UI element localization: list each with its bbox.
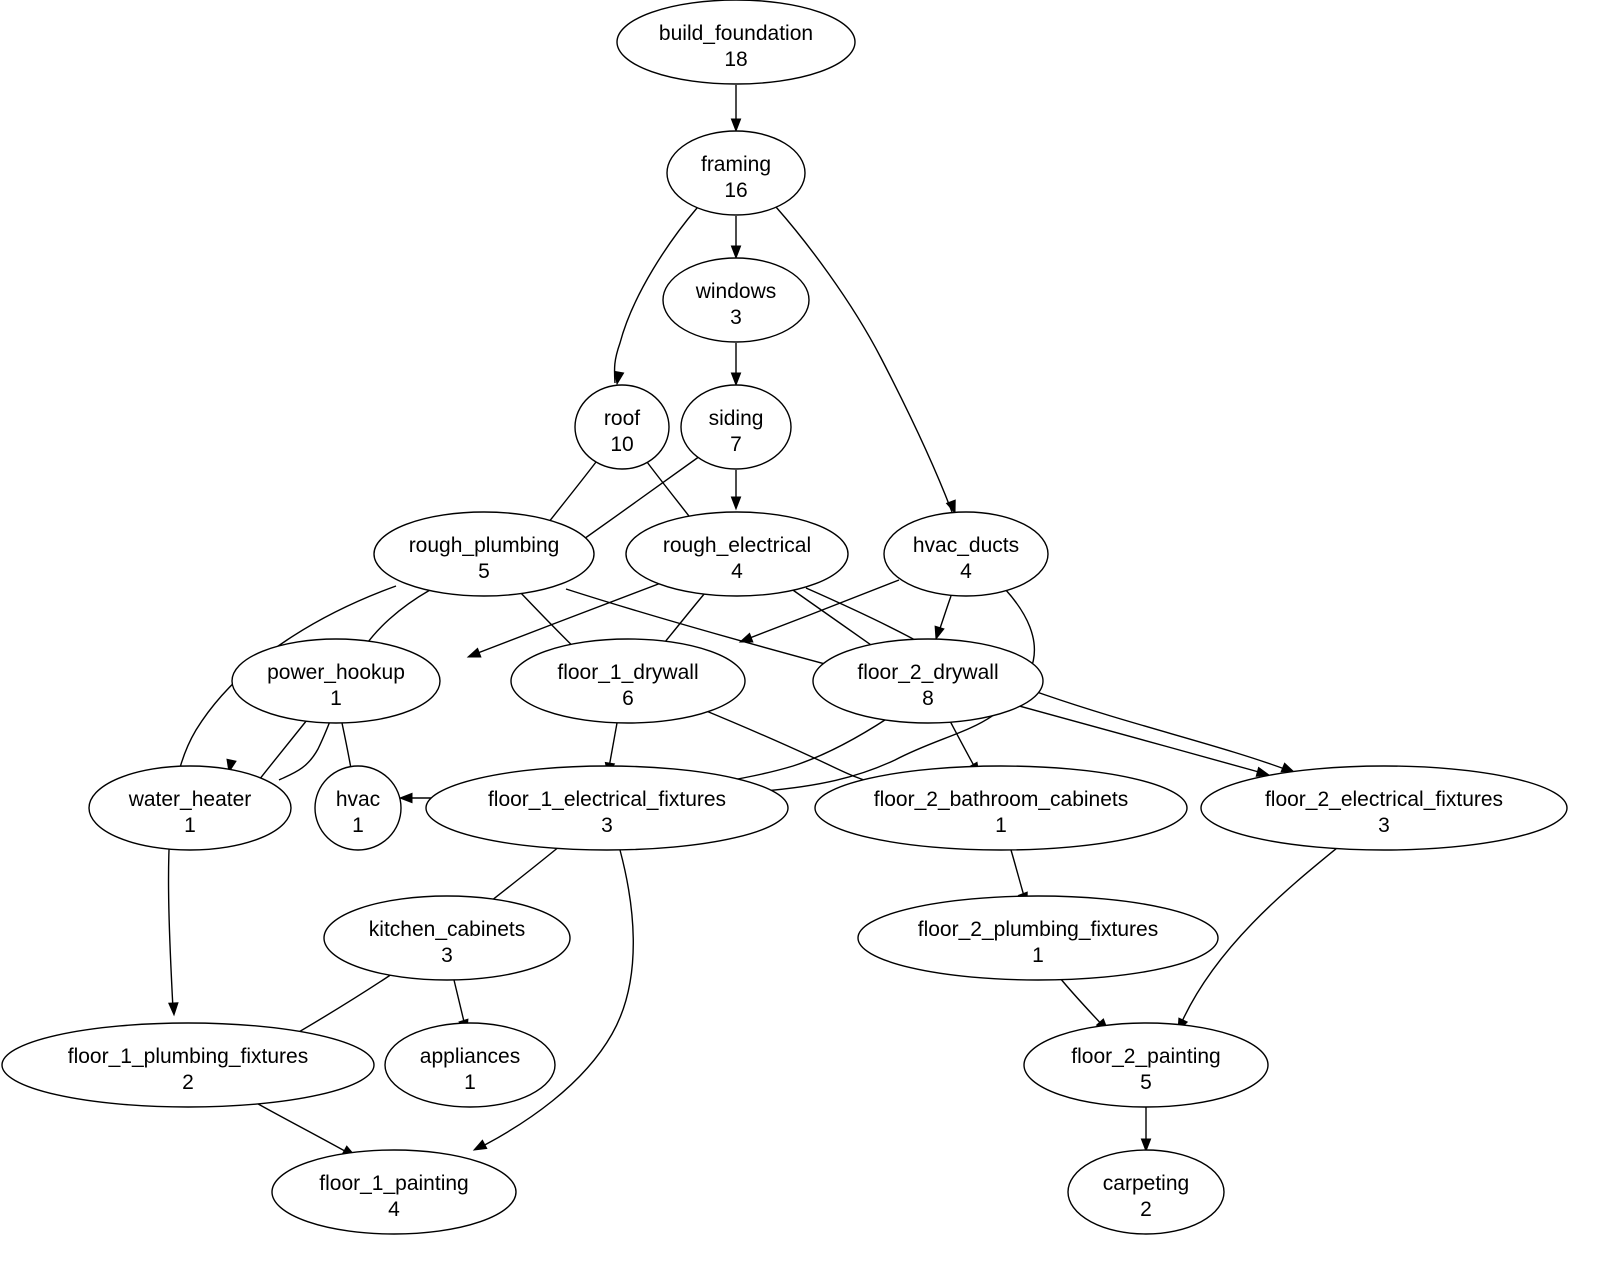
node-floor_2_drywall[interactable]: floor_2_drywall 8 — [812, 638, 1044, 724]
node-label: floor_1_electrical_fixtures — [488, 788, 726, 811]
node-label: floor_2_bathroom_cabinets — [874, 788, 1129, 811]
node-label: hvac_ducts — [913, 534, 1019, 557]
dependency-graph-canvas: build_foundation 18 framing 16 windows 3 roof 1… — [0, 0, 1603, 1269]
node-floor_1_electrical_fixtures[interactable]: floor_1_electrical_fixtures 3 — [425, 765, 789, 851]
edge-line — [1011, 703, 1267, 775]
node-floor_1_painting[interactable]: floor_1_painting 4 — [271, 1149, 517, 1235]
node-label: build_foundation — [659, 22, 813, 45]
node-label: windows — [695, 280, 777, 303]
node-carpeting[interactable]: carpeting 2 — [1067, 1149, 1225, 1235]
nodes-layer: build_foundation18framing16windows3roof1… — [1, 0, 1568, 1235]
dependency-graph-svg: build_foundation18framing16windows3roof1… — [1, 0, 1568, 1235]
node-roof[interactable]: roof 10 — [574, 384, 670, 470]
arrowhead-icon — [934, 625, 945, 641]
node-duration: 2 — [1140, 1198, 1152, 1221]
node-duration: 5 — [1140, 1071, 1152, 1094]
node-label: floor_1_drywall — [557, 661, 698, 684]
node-hvac[interactable]: hvac 1 — [314, 765, 402, 851]
edge-line — [250, 1099, 353, 1156]
node-duration: 2 — [182, 1071, 194, 1094]
arrowhead-icon — [466, 647, 482, 658]
node-label: floor_1_plumbing_fixtures — [68, 1045, 308, 1068]
arrowhead-icon — [398, 792, 413, 804]
edge-build_foundation-to-framing — [730, 85, 742, 133]
node-duration: 8 — [922, 687, 934, 710]
arrowhead-icon — [730, 372, 742, 387]
node-duration: 3 — [1378, 814, 1390, 837]
node-floor_1_plumbing_fixtures[interactable]: floor_1_plumbing_fixtures 2 — [1, 1022, 375, 1108]
node-duration: 1 — [352, 814, 364, 837]
node-label: framing — [701, 153, 771, 176]
node-windows[interactable]: windows 3 — [662, 257, 810, 343]
node-label: carpeting — [1103, 1172, 1189, 1195]
node-label: floor_2_plumbing_fixtures — [918, 918, 1158, 941]
node-power_hookup[interactable]: power_hookup 1 — [231, 638, 441, 724]
edge-floor_2_painting-to-carpeting — [1140, 1106, 1152, 1153]
edge-floor_1_electrical_fixtures-to-floor_1_painting — [472, 849, 634, 1151]
node-label: appliances — [420, 1045, 520, 1068]
edge-siding-to-rough_electrical — [730, 470, 742, 511]
node-framing[interactable]: framing 16 — [666, 130, 806, 216]
node-floor_2_electrical_fixtures[interactable]: floor_2_electrical_fixtures 3 — [1200, 765, 1568, 851]
edge-hvac_ducts-to-floor_2_drywall — [934, 595, 952, 641]
arrowhead-icon — [730, 496, 742, 511]
node-label: floor_2_electrical_fixtures — [1265, 788, 1503, 811]
node-label: roof — [604, 407, 640, 430]
arrowhead-icon — [168, 1002, 179, 1017]
edges-layer — [167, 85, 1338, 1157]
node-siding[interactable]: siding 7 — [680, 384, 792, 470]
node-duration: 1 — [995, 814, 1007, 837]
node-duration: 3 — [441, 944, 453, 967]
arrowhead-icon — [730, 118, 742, 133]
node-duration: 7 — [730, 433, 742, 456]
node-build_foundation[interactable]: build_foundation 18 — [616, 0, 856, 85]
node-hvac_ducts[interactable]: hvac_ducts 4 — [883, 511, 1049, 597]
node-duration: 4 — [731, 560, 743, 583]
node-label: rough_electrical — [663, 534, 811, 557]
node-duration: 10 — [610, 433, 633, 456]
node-appliances[interactable]: appliances 1 — [384, 1022, 556, 1108]
edge-line — [1059, 977, 1107, 1030]
node-label: floor_1_painting — [319, 1172, 468, 1195]
arrowhead-icon — [1140, 1138, 1152, 1153]
node-duration: 1 — [464, 1071, 476, 1094]
node-duration: 5 — [478, 560, 490, 583]
node-floor_1_drywall[interactable]: floor_1_drywall 6 — [510, 638, 746, 724]
node-kitchen_cabinets[interactable]: kitchen_cabinets 3 — [323, 895, 571, 981]
node-label: kitchen_cabinets — [369, 918, 525, 941]
node-duration: 1 — [1032, 944, 1044, 967]
arrowhead-icon — [738, 632, 754, 643]
arrowhead-icon — [472, 1139, 488, 1151]
node-duration: 18 — [724, 48, 747, 71]
node-duration: 3 — [730, 306, 742, 329]
node-duration: 4 — [388, 1198, 400, 1221]
node-label: power_hookup — [267, 661, 405, 684]
edge-line — [701, 717, 889, 786]
edge-framing-to-hvac_ducts — [775, 206, 956, 515]
node-label: hvac — [336, 788, 380, 811]
node-label: rough_plumbing — [409, 534, 560, 557]
node-rough_plumbing[interactable]: rough_plumbing 5 — [373, 511, 595, 597]
node-rough_electrical[interactable]: rough_electrical 4 — [625, 511, 849, 597]
node-floor_2_plumbing_fixtures[interactable]: floor_2_plumbing_fixtures 1 — [857, 895, 1219, 981]
node-duration: 3 — [601, 814, 613, 837]
arrowhead-icon — [730, 245, 742, 260]
node-label: siding — [709, 407, 764, 430]
node-label: floor_2_painting — [1071, 1045, 1220, 1068]
node-water_heater[interactable]: water_heater 1 — [88, 765, 292, 851]
node-duration: 1 — [330, 687, 342, 710]
node-duration: 1 — [184, 814, 196, 837]
node-floor_2_painting[interactable]: floor_2_painting 5 — [1023, 1022, 1269, 1108]
edge-line — [775, 206, 953, 513]
edge-floor_1_plumbing_fixtures-to-floor_1_painting — [250, 1099, 357, 1157]
node-floor_2_bathroom_cabinets[interactable]: floor_2_bathroom_cabinets 1 — [814, 765, 1188, 851]
edge-windows-to-siding — [730, 343, 742, 387]
node-duration: 4 — [960, 560, 972, 583]
node-duration: 16 — [724, 179, 747, 202]
node-duration: 6 — [622, 687, 634, 710]
node-label: floor_2_drywall — [857, 661, 998, 684]
edge-framing-to-windows — [730, 216, 742, 260]
node-label: water_heater — [128, 788, 252, 811]
